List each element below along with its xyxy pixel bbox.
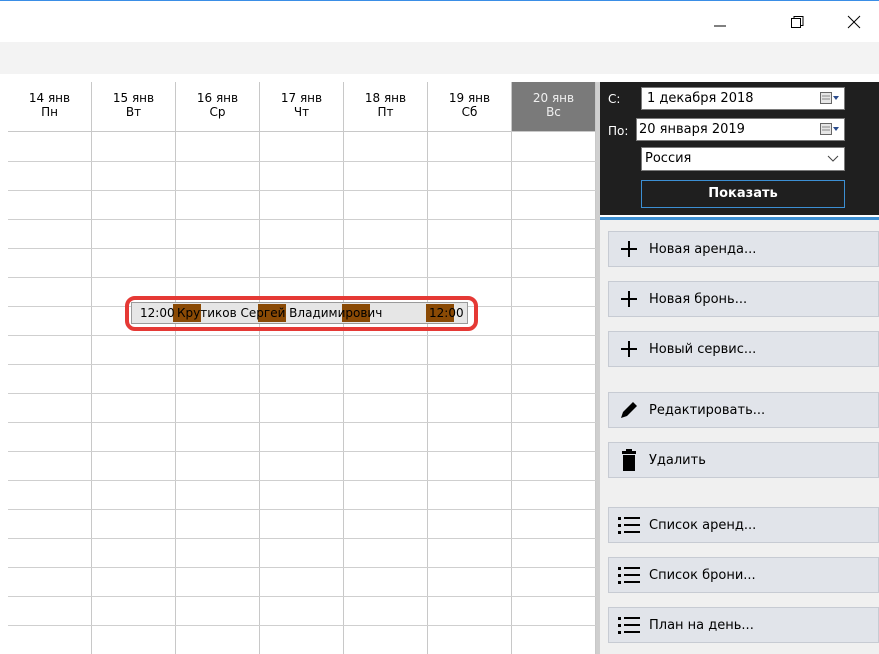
day-date: 14 янв xyxy=(28,91,71,105)
calendar-dropdown-icon[interactable] xyxy=(820,123,840,136)
day-header[interactable]: 17 янв Чт xyxy=(260,82,344,132)
booking-highlight xyxy=(125,296,478,331)
filter-panel: С: 1 декабря 2018 По: 20 января 2019 Рос… xyxy=(600,82,879,215)
day-header[interactable]: 15 янв Вт xyxy=(92,82,176,132)
calendar-dropdown-icon[interactable] xyxy=(820,92,840,105)
close-icon xyxy=(847,15,861,29)
day-weekday: Пн xyxy=(41,105,58,119)
edit-label: Редактировать... xyxy=(649,402,766,418)
maximize-button[interactable] xyxy=(777,9,817,35)
grid-row-line xyxy=(8,625,596,626)
edit-button[interactable]: Редактировать... xyxy=(608,392,879,428)
from-label: С: xyxy=(608,92,621,106)
rental-list-button[interactable]: Список аренд... xyxy=(608,507,879,543)
new-service-label: Новый сервис... xyxy=(649,341,757,357)
day-date: 17 янв xyxy=(280,91,323,105)
day-date: 16 янв xyxy=(196,91,239,105)
new-rental-label: Новая аренда... xyxy=(649,241,757,257)
day-date: 19 янв xyxy=(448,91,491,105)
day-weekday: Вт xyxy=(125,105,142,119)
grid-row-line xyxy=(8,248,596,249)
day-header[interactable]: 14 янв Пн xyxy=(8,82,92,132)
grid-row-line xyxy=(8,277,596,278)
to-date-value: 20 января 2019 xyxy=(639,122,745,137)
delete-label: Удалить xyxy=(649,452,706,468)
grid-row-line xyxy=(8,190,596,191)
day-header[interactable]: 18 янв Пт xyxy=(344,82,428,132)
calendar-body[interactable] xyxy=(8,132,596,654)
trash-icon xyxy=(609,443,649,477)
calendar-header: 14 янв Пн 15 янв Вт 16 янв Ср 17 янв Чт 18 янв Пт… xyxy=(8,82,596,132)
day-header[interactable]: 20 янв Вс xyxy=(512,82,596,132)
minimize-button[interactable] xyxy=(700,9,740,35)
country-select[interactable]: Россия xyxy=(641,147,845,171)
day-weekday: Вс xyxy=(546,105,561,119)
grid-row-line xyxy=(8,393,596,394)
new-rental-button[interactable]: Новая аренда... xyxy=(608,231,879,267)
plus-icon xyxy=(609,282,649,316)
grid-row-line xyxy=(8,509,596,510)
grid-row-line xyxy=(8,451,596,452)
plus-icon xyxy=(609,332,649,366)
to-date-picker[interactable]: 20 января 2019 xyxy=(636,118,845,141)
grid-row-line xyxy=(8,161,596,162)
list-icon xyxy=(609,558,649,592)
plus-icon xyxy=(609,232,649,266)
day-header[interactable]: 16 янв Ср xyxy=(176,82,260,132)
delete-button[interactable]: Удалить xyxy=(608,442,879,478)
day-plan-button[interactable]: План на день... xyxy=(608,607,879,643)
to-label: По: xyxy=(608,124,629,138)
title-bar xyxy=(0,0,879,42)
new-booking-button[interactable]: Новая бронь... xyxy=(608,281,879,317)
grid-row-line xyxy=(8,219,596,220)
close-button[interactable] xyxy=(834,9,874,35)
grid-row-line xyxy=(8,335,596,336)
grid-row-line xyxy=(8,422,596,423)
day-weekday: Пт xyxy=(377,105,394,119)
day-date: 15 янв xyxy=(112,91,155,105)
minimize-icon xyxy=(714,25,726,27)
pencil-icon xyxy=(609,393,649,427)
day-header[interactable]: 19 янв Сб xyxy=(428,82,512,132)
actions-panel: Новая аренда... Новая бронь... Новый сер… xyxy=(600,220,879,654)
booking-list-button[interactable]: Список брони... xyxy=(608,557,879,593)
grid-row-line xyxy=(8,596,596,597)
maximize-icon xyxy=(791,16,804,28)
show-button[interactable]: Показать xyxy=(641,180,845,208)
new-booking-label: Новая бронь... xyxy=(649,291,748,307)
grid-row-line xyxy=(8,567,596,568)
from-date-picker[interactable]: 1 декабря 2018 xyxy=(641,87,845,110)
day-weekday: Ср xyxy=(209,105,226,119)
day-weekday: Чт xyxy=(293,105,310,119)
day-plan-label: План на день... xyxy=(649,617,754,633)
chevron-down-icon xyxy=(827,155,839,162)
rental-list-label: Список аренд... xyxy=(649,517,757,533)
grid-row-line xyxy=(8,480,596,481)
calendar-grid: 14 янв Пн 15 янв Вт 16 янв Ср 17 янв Чт 18 янв Пт… xyxy=(8,82,596,654)
list-icon xyxy=(609,508,649,542)
day-date: 20 янв xyxy=(532,91,575,105)
day-date: 18 янв xyxy=(364,91,407,105)
from-date-value: 1 декабря 2018 xyxy=(647,91,754,106)
grid-row-line xyxy=(8,538,596,539)
grid-row-line xyxy=(8,364,596,365)
list-icon xyxy=(609,608,649,642)
booking-list-label: Список брони... xyxy=(649,567,756,583)
new-service-button[interactable]: Новый сервис... xyxy=(608,331,879,367)
country-value: Россия xyxy=(645,151,692,166)
day-weekday: Сб xyxy=(461,105,478,119)
toolbar-strip xyxy=(0,42,879,74)
